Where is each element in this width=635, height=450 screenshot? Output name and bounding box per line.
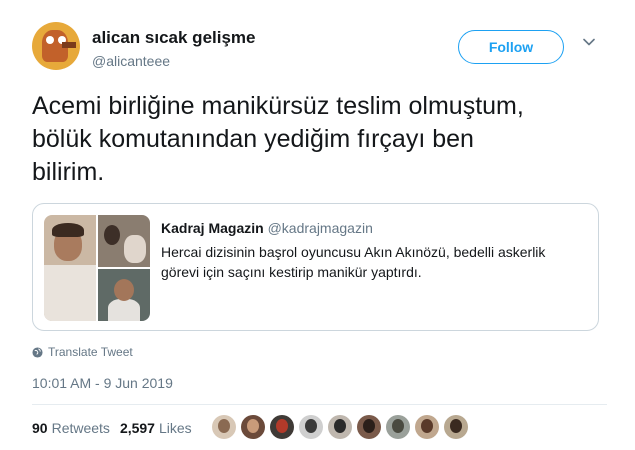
quoted-text-line: Hercai dizisinin başrol oyuncusu Akın Ak… <box>161 244 546 260</box>
tweet-text-line: Acemi birliğine manikürsüz teslim olmuşt… <box>32 92 524 120</box>
avatar-eye-left <box>46 36 54 44</box>
media-photo-3 <box>98 269 150 321</box>
likes-count[interactable]: 2,597 <box>120 420 155 436</box>
tweet-text: Acemi birliğine manikürsüz teslim olmuşt… <box>32 90 607 189</box>
tweet-stats: 90 Retweets 2,597 Likes <box>32 420 192 436</box>
quoted-text-line: görevi için saçını kestirip manikür yapt… <box>161 264 422 280</box>
avatar-mouth <box>62 42 76 48</box>
chevron-down-icon[interactable] <box>583 36 595 48</box>
quoted-tweet-media[interactable] <box>44 215 150 321</box>
author-username[interactable]: @alicanteee <box>92 53 170 69</box>
divider <box>32 404 607 405</box>
quoted-author[interactable]: Kadraj Magazin @kadrajmagazin <box>161 220 373 236</box>
translate-tweet-link[interactable]: Translate Tweet <box>32 345 133 359</box>
quoted-tweet[interactable]: Kadraj Magazin @kadrajmagazin Hercai diz… <box>32 203 599 331</box>
liker-avatar[interactable] <box>212 415 236 439</box>
translate-label: Translate Tweet <box>48 345 133 359</box>
liker-avatar[interactable] <box>328 415 352 439</box>
liker-avatars <box>212 415 473 439</box>
quoted-author-display-name: Kadraj Magazin <box>161 220 264 236</box>
media-photo-1 <box>44 215 96 321</box>
liker-avatar[interactable] <box>299 415 323 439</box>
quoted-tweet-text: Hercai dizisinin başrol oyuncusu Akın Ak… <box>161 242 581 282</box>
tweet-text-line: bilirim. <box>32 158 105 186</box>
quoted-author-username: @kadrajmagazin <box>267 220 373 236</box>
author-avatar[interactable] <box>32 22 80 70</box>
follow-button[interactable]: Follow <box>458 30 564 64</box>
liker-avatar[interactable] <box>386 415 410 439</box>
retweets-label[interactable]: Retweets <box>52 420 110 436</box>
globe-icon <box>32 346 43 358</box>
retweets-count[interactable]: 90 <box>32 420 48 436</box>
media-photo-2 <box>98 215 150 267</box>
tweet-header: alican sıcak gelişme @alicanteee Follow <box>32 22 607 76</box>
liker-avatar[interactable] <box>357 415 381 439</box>
liker-avatar[interactable] <box>241 415 265 439</box>
liker-avatar[interactable] <box>415 415 439 439</box>
likes-label[interactable]: Likes <box>159 420 192 436</box>
tweet-timestamp[interactable]: 10:01 AM - 9 Jun 2019 <box>32 375 173 391</box>
liker-avatar[interactable] <box>444 415 468 439</box>
tweet-text-line: bölük komutanından yediğim fırçayı ben <box>32 125 474 153</box>
author-display-name[interactable]: alican sıcak gelişme <box>92 28 256 48</box>
liker-avatar[interactable] <box>270 415 294 439</box>
